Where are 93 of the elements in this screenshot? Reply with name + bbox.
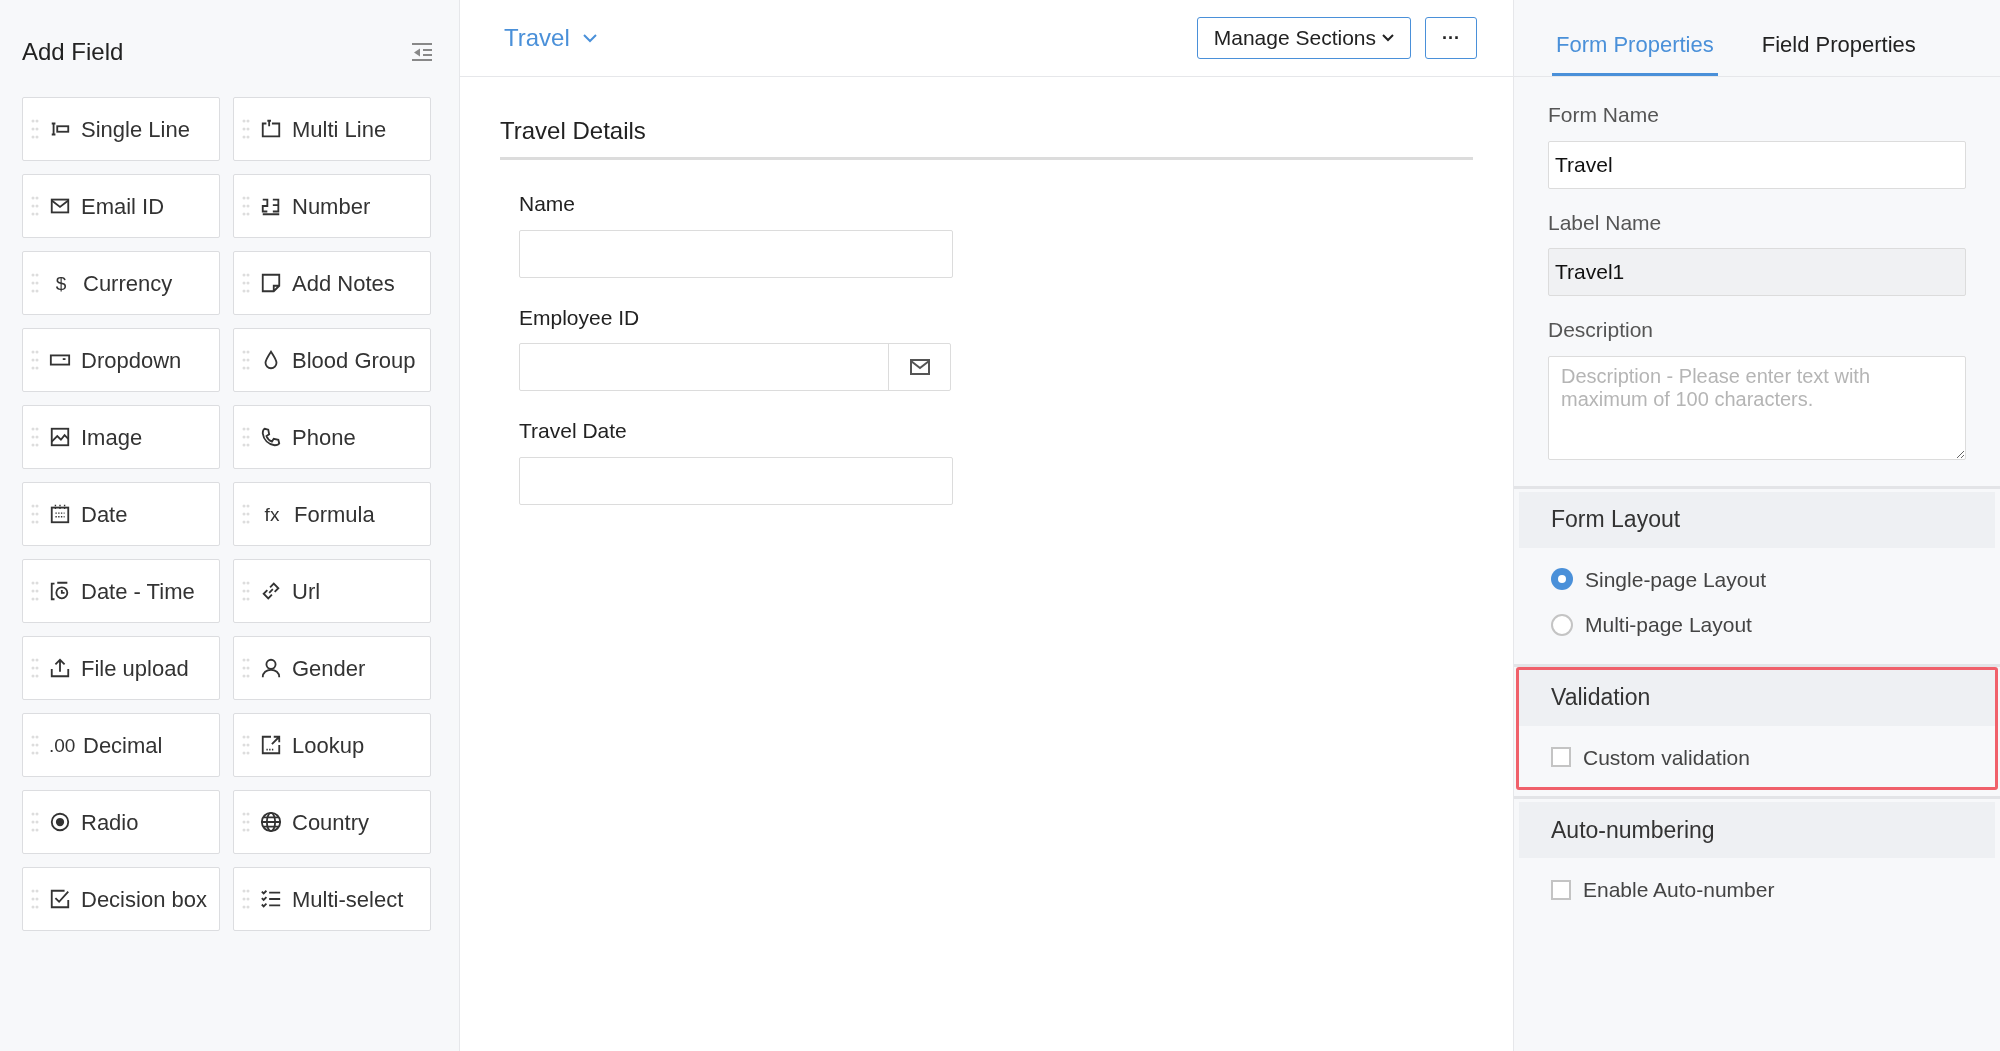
field-type-tile[interactable]: Date - Time [22, 559, 220, 623]
field-type-tile[interactable]: Radio [22, 790, 220, 854]
field-type-tile[interactable]: Multi-select [233, 867, 431, 931]
link-icon [260, 580, 282, 602]
section-header: Auto-numbering [1519, 802, 1995, 858]
person-icon [260, 657, 282, 679]
field-label: Travel Date [519, 418, 628, 444]
field-type-tile[interactable]: Decision box [22, 867, 220, 931]
drag-handle-icon [242, 734, 250, 756]
field-type-tile[interactable]: Phone [233, 405, 431, 469]
drag-handle-icon [31, 349, 39, 371]
field-type-icon: .00 [49, 735, 73, 755]
calendar-clock-icon [49, 580, 71, 602]
drag-handle-icon [31, 426, 39, 448]
tab[interactable]: Field Properties [1757, 28, 1920, 76]
field-type-icon: $ [49, 273, 73, 293]
field-type-tile[interactable]: Gender [233, 636, 431, 700]
section-header: Validation [1519, 669, 1995, 726]
drag-handle-icon [242, 811, 250, 833]
field-type-tile[interactable]: $ Currency [22, 251, 220, 315]
option-label: Single-page Layout [1585, 566, 1766, 593]
drag-handle-icon [31, 734, 39, 756]
section-title: Travel Details [500, 113, 1473, 160]
field-type-tile[interactable]: Single Line [22, 97, 220, 161]
drag-handle-icon [242, 580, 250, 602]
text-input[interactable] [519, 456, 953, 505]
field-type-tile[interactable]: fx Formula [233, 482, 431, 546]
radio-button[interactable] [1551, 613, 1573, 636]
field-type-tile[interactable]: Country [233, 790, 431, 854]
field-label: Employee ID [519, 304, 641, 331]
drag-handle-icon [242, 349, 250, 371]
field-type-tile[interactable]: Dropdown [22, 328, 220, 392]
drag-handle-icon [242, 657, 250, 679]
field-type-tile[interactable]: Number [233, 174, 431, 238]
drag-handle-icon [31, 272, 39, 294]
note-icon [260, 272, 282, 294]
drag-handle-icon [242, 195, 250, 217]
manage-sections-button[interactable]: Manage Sections [1196, 17, 1411, 59]
drag-handle-icon [31, 195, 39, 217]
checklist-icon [260, 888, 282, 910]
phone-icon [260, 426, 282, 448]
upload-icon [49, 657, 71, 679]
field-type-tile[interactable]: Url [233, 559, 431, 623]
image-icon [49, 426, 71, 448]
envelope-icon [909, 359, 930, 375]
drag-handle-icon [242, 272, 250, 294]
chevron-down-icon [581, 33, 598, 43]
field-type-tile[interactable]: Blood Group [233, 328, 431, 392]
drag-handle-icon [31, 580, 39, 602]
chevron-down-icon [1382, 34, 1394, 42]
field-label: Label Name [1548, 209, 1663, 236]
field-type-tile[interactable]: Date [22, 482, 220, 546]
globe-icon [260, 811, 282, 833]
drag-handle-icon [242, 503, 250, 525]
checkbox-icon [49, 888, 71, 910]
field-type-tile[interactable]: Email ID [22, 174, 220, 238]
field-type-tile[interactable]: Multi Line [233, 97, 431, 161]
drag-handle-icon [31, 657, 39, 679]
field-label: Description [1548, 317, 1655, 343]
drag-handle-icon [242, 118, 250, 140]
field-type-tile[interactable]: File upload [22, 636, 220, 700]
collapse-panel-icon[interactable] [411, 42, 433, 62]
section-header: Form Layout [1519, 491, 1995, 548]
lookup-icon [260, 734, 282, 756]
field-type-tile[interactable]: Image [22, 405, 220, 469]
option-label: Enable Auto-number [1583, 877, 1775, 903]
checkbox[interactable] [1551, 879, 1571, 900]
multiline-text-icon [260, 118, 282, 140]
description-textarea[interactable]: Description - Please enter text with maximum of 100 characters. [1548, 355, 1966, 460]
drag-handle-icon [31, 811, 39, 833]
form-name-input[interactable]: Travel [1548, 140, 1966, 189]
label-name-input[interactable]: Travel1 [1548, 248, 1966, 296]
field-type-icon: fx [260, 504, 284, 524]
drag-handle-icon [31, 888, 39, 910]
field-type-tile[interactable]: Add Notes [233, 251, 431, 315]
checkbox[interactable] [1551, 747, 1571, 768]
panel-title: Add Field [22, 37, 124, 67]
text-input[interactable] [519, 229, 953, 278]
field-type-tile[interactable]: Lookup [233, 713, 431, 777]
more-button[interactable]: ··· [1425, 17, 1477, 59]
drag-handle-icon [31, 503, 39, 525]
calendar-icon [49, 503, 71, 525]
field-type-tile[interactable]: .00 Decimal [22, 713, 220, 777]
drag-handle-icon [242, 426, 250, 448]
email-input[interactable] [519, 343, 951, 391]
radio-button[interactable] [1551, 568, 1573, 591]
field-label: Name [519, 191, 577, 217]
option-label: Custom validation [1583, 744, 1750, 771]
field-label: Form Name [1548, 102, 1660, 128]
drag-handle-icon [31, 118, 39, 140]
radio-icon [49, 811, 71, 833]
option-label: Multi-page Layout [1585, 612, 1752, 638]
drag-handle-icon [242, 888, 250, 910]
